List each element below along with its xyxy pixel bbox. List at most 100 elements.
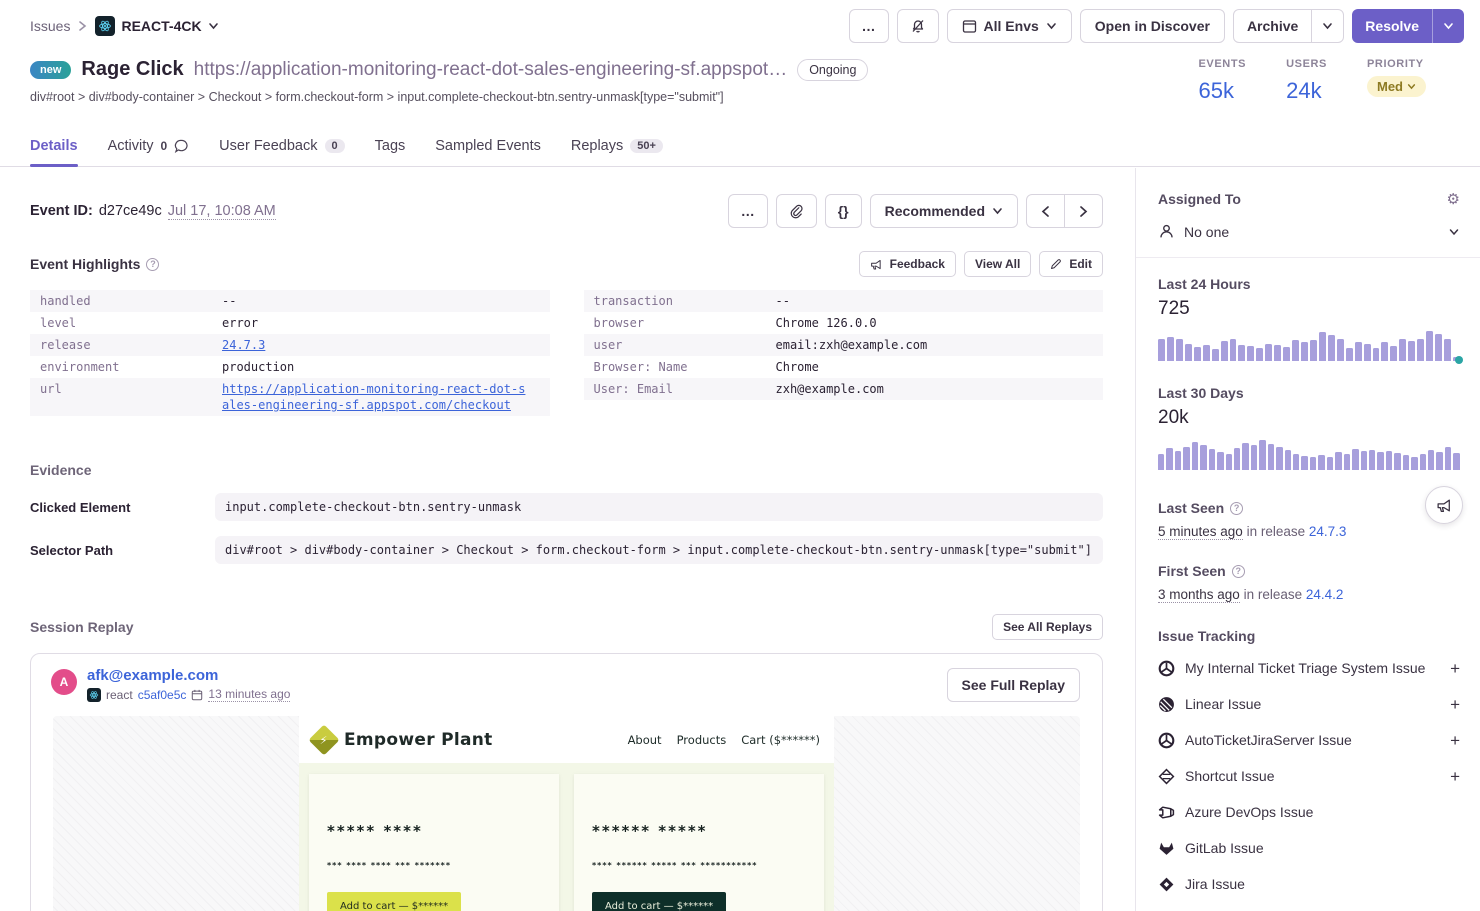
assignee-selector[interactable]: No one [1158, 223, 1460, 240]
list-item[interactable]: GitLab Issue [1158, 830, 1460, 866]
ticket-system-icon [1158, 660, 1175, 677]
kv-value: email:zxh@example.com [776, 337, 928, 353]
edit-button[interactable]: Edit [1039, 251, 1103, 277]
release-link[interactable]: 24.7.3 [222, 337, 265, 353]
last-seen-time[interactable]: 5 minutes ago [1158, 524, 1243, 540]
list-item[interactable]: My Internal Ticket Triage System Issue + [1158, 650, 1460, 686]
clicked-element-label: Clicked Element [30, 500, 215, 515]
add-issue-button[interactable]: + [1450, 660, 1460, 677]
archive-dropdown-button[interactable] [1311, 10, 1343, 42]
replay-product-title: ****** ***** [592, 822, 806, 840]
latest-event-dot [1455, 356, 1463, 364]
replay-site-header: ⚡ Empower Plant About Products Cart ($**… [299, 716, 834, 763]
list-item[interactable]: Jira Issue [1158, 866, 1460, 902]
last-seen-title-text: Last Seen [1158, 500, 1224, 516]
last-30-days-bars[interactable] [1158, 440, 1460, 470]
table-row: useremail:zxh@example.com [584, 334, 1104, 356]
tab-tags-label: Tags [375, 138, 406, 154]
events-label: EVENTS [1198, 58, 1246, 70]
breadcrumb: Issues REACT-4CK [30, 16, 219, 36]
first-seen-time[interactable]: 3 months ago [1158, 587, 1240, 603]
breadcrumb-issues[interactable]: Issues [30, 18, 70, 34]
session-replay-card: A afk@example.com react c5af0e5c 13 minu… [30, 653, 1103, 911]
resolve-button[interactable]: Resolve [1352, 9, 1432, 43]
edit-label: Edit [1069, 257, 1092, 271]
kv-key: Browser: Name [594, 359, 776, 375]
replay-time-ago[interactable]: 13 minutes ago [208, 687, 290, 702]
tab-sampled-events[interactable]: Sampled Events [435, 138, 541, 166]
tab-user-feedback-label: User Feedback [219, 138, 317, 154]
ellipsis-icon: … [741, 203, 755, 219]
help-icon[interactable]: ? [146, 258, 159, 271]
chevron-right-icon [78, 20, 87, 32]
list-item[interactable]: AutoTicketJiraServer Issue + [1158, 722, 1460, 758]
environment-label: All Envs [984, 18, 1039, 34]
archive-button[interactable]: Archive [1234, 10, 1311, 42]
replay-site-brand: ⚡ Empower Plant [313, 729, 493, 751]
event-more-button[interactable]: … [728, 194, 768, 228]
more-actions-button[interactable]: … [849, 9, 889, 43]
priority-stat: PRIORITY Med [1367, 58, 1426, 104]
add-issue-button[interactable]: + [1450, 696, 1460, 713]
replay-nav-cart: Cart ($******) [741, 733, 820, 747]
issue-tracking-label: Shortcut Issue [1185, 768, 1440, 784]
see-full-replay-button[interactable]: See Full Replay [947, 668, 1080, 702]
replay-user-email-link[interactable]: afk@example.com [87, 667, 290, 684]
list-item[interactable]: Linear Issue + [1158, 686, 1460, 722]
tab-details[interactable]: Details [30, 138, 78, 166]
users-label: USERS [1286, 58, 1327, 70]
view-json-button[interactable]: {} [825, 194, 862, 228]
first-seen-release-link[interactable]: 24.4.2 [1306, 587, 1344, 602]
tab-tags[interactable]: Tags [375, 138, 406, 166]
last-24-hours-bars[interactable] [1158, 331, 1460, 361]
replay-user: A afk@example.com react c5af0e5c 13 minu… [51, 667, 290, 702]
last-24-hours-title: Last 24 Hours [1158, 276, 1460, 292]
list-item[interactable]: Shortcut Issue + [1158, 758, 1460, 794]
last-seen-release-link[interactable]: 24.7.3 [1309, 524, 1347, 539]
tab-activity[interactable]: Activity 0 [108, 138, 190, 166]
kv-value: zxh@example.com [776, 381, 884, 397]
copy-link-button[interactable] [776, 194, 817, 228]
kv-key: User: Email [594, 381, 776, 397]
last-seen-middle: in release [1247, 524, 1306, 539]
add-issue-button[interactable]: + [1450, 768, 1460, 785]
url-link[interactable]: https://application-monitoring-react-dot… [222, 381, 532, 413]
replay-id-link[interactable]: c5af0e5c [138, 688, 187, 702]
next-event-button[interactable] [1064, 195, 1102, 227]
open-in-discover-button[interactable]: Open in Discover [1080, 9, 1225, 43]
first-seen-title: First Seen ? [1158, 563, 1460, 579]
tab-replays[interactable]: Replays 50+ [571, 138, 663, 166]
replays-count-badge: 50+ [630, 139, 663, 153]
floating-feedback-button[interactable] [1425, 486, 1463, 524]
project-name: REACT-4CK [121, 18, 201, 34]
table-row: handled-- [30, 290, 550, 312]
view-all-button[interactable]: View All [964, 251, 1031, 277]
project-selector[interactable]: REACT-4CK [95, 16, 218, 36]
gear-icon[interactable]: ⚙ [1447, 190, 1460, 208]
issue-tracking-label: Jira Issue [1185, 876, 1460, 892]
table-row: environmentproduction [30, 356, 550, 378]
help-icon[interactable]: ? [1230, 502, 1243, 515]
feedback-button[interactable]: Feedback [859, 251, 956, 277]
add-issue-button[interactable]: + [1450, 732, 1460, 749]
braces-icon: {} [838, 203, 849, 219]
resolve-dropdown-button[interactable] [1432, 9, 1464, 43]
user-feedback-count-badge: 0 [325, 139, 345, 153]
help-icon[interactable]: ? [1232, 565, 1245, 578]
events-value[interactable]: 65k [1198, 78, 1246, 104]
users-value[interactable]: 24k [1286, 78, 1327, 104]
previous-event-button[interactable] [1027, 195, 1064, 227]
chevron-down-icon [1448, 228, 1460, 236]
person-icon [1158, 223, 1175, 240]
list-item[interactable]: Azure DevOps Issue [1158, 794, 1460, 830]
mute-notifications-button[interactable] [897, 9, 939, 43]
event-timestamp[interactable]: Jul 17, 10:08 AM [168, 203, 276, 220]
replay-player-viewport[interactable]: ⚡ Empower Plant About Products Cart ($**… [53, 716, 1080, 911]
priority-selector[interactable]: Med [1367, 76, 1426, 97]
environment-selector[interactable]: All Envs [947, 9, 1072, 43]
toolbar-actions: … All Envs Open in Discover Archive Reso… [849, 9, 1464, 43]
tab-user-feedback[interactable]: User Feedback 0 [219, 138, 344, 166]
event-sort-selector[interactable]: Recommended [870, 194, 1018, 228]
see-all-replays-button[interactable]: See All Replays [992, 614, 1103, 640]
issue-title-block: new Rage Click https://application-monit… [30, 58, 1030, 104]
